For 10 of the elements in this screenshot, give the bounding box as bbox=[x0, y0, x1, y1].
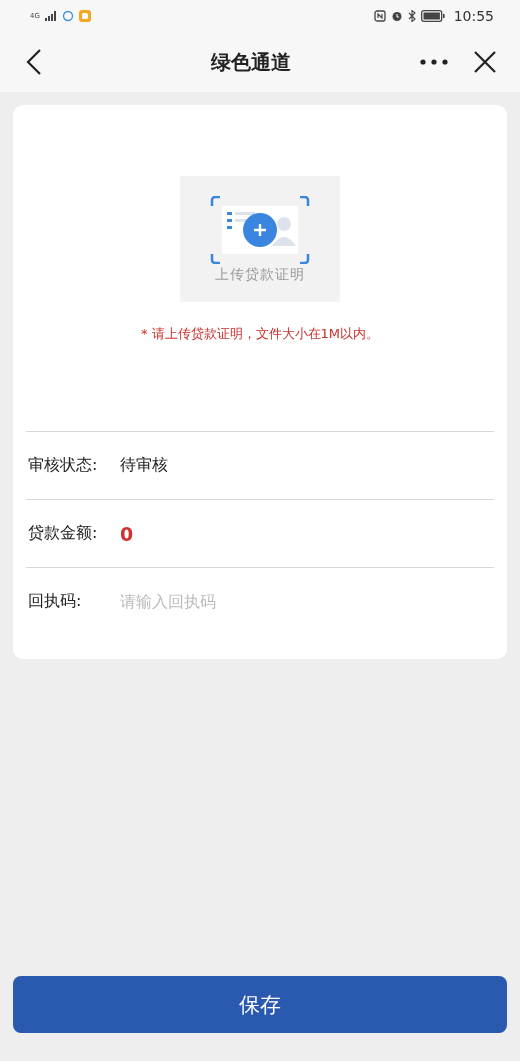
page-title: 绿色通道 bbox=[210, 48, 292, 76]
amount-value: 0 bbox=[120, 522, 134, 545]
status-time: 10:55 bbox=[453, 8, 494, 24]
save-button[interactable]: 保存 bbox=[13, 976, 507, 1033]
field-label: 回执码: bbox=[28, 591, 83, 612]
receipt-code-field[interactable]: 请输入回执码 bbox=[120, 592, 340, 611]
upload-hint: * 请上传贷款证明，文件大小在1M以内。 bbox=[139, 325, 381, 343]
field-label: 贷款金额: bbox=[28, 523, 99, 544]
field-label: 审核状态: bbox=[28, 455, 99, 476]
status-value: 待审核 bbox=[120, 455, 168, 476]
